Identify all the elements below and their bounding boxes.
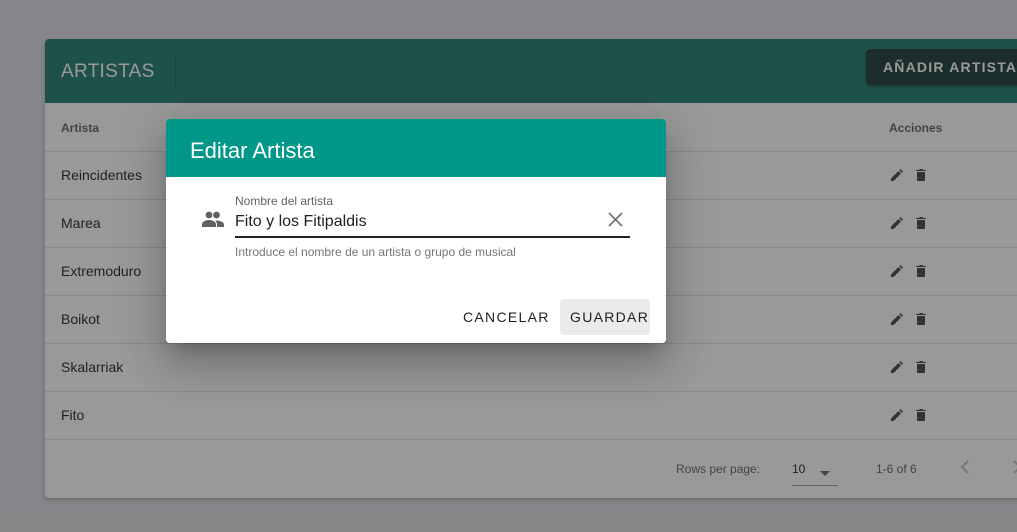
dialog-title: Editar Artista xyxy=(190,138,315,163)
artist-name-hint: Introduce el nombre de un artista o grup… xyxy=(235,245,516,259)
artist-name-input[interactable] xyxy=(235,209,597,235)
people-icon xyxy=(202,211,224,232)
dialog-header: Editar Artista xyxy=(166,119,666,177)
save-button[interactable]: GUARDAR xyxy=(560,299,650,335)
cancel-button[interactable]: CANCELAR xyxy=(453,299,560,335)
artist-name-label: Nombre del artista xyxy=(235,194,334,208)
edit-artist-dialog: Editar Artista Nombre del artista Introd… xyxy=(166,119,666,343)
input-underline xyxy=(235,236,630,238)
close-icon[interactable] xyxy=(608,212,623,232)
